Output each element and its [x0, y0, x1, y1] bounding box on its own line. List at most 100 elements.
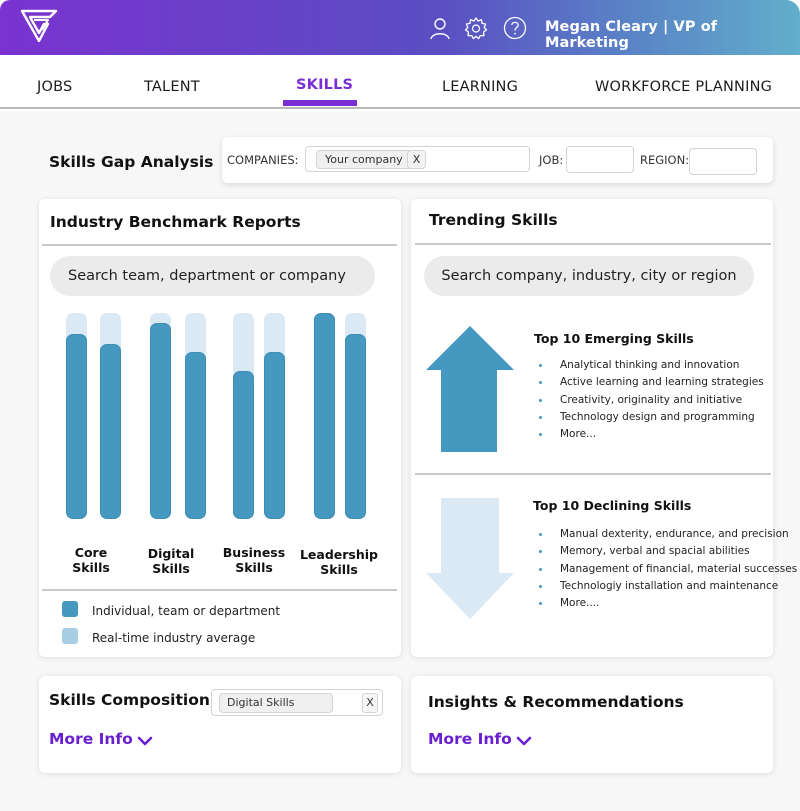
- help-icon[interactable]: [503, 16, 527, 40]
- list-item[interactable]: Technology design and programming: [534, 409, 764, 426]
- bullet-icon: [539, 433, 542, 437]
- legend-swatch-individual: [62, 601, 78, 617]
- main-nav: JOBS TALENT SKILLS LEARNING WORKFORCE PL…: [0, 55, 800, 109]
- more-info-label: More Info: [49, 730, 133, 748]
- tab-learning[interactable]: LEARNING: [442, 79, 518, 95]
- more-text: More...: [560, 428, 597, 441]
- skill-text: Active learning and learning strategies: [560, 376, 764, 389]
- category-label-line: Skills: [320, 562, 358, 577]
- benchmark-title: Industry Benchmark Reports: [50, 213, 301, 231]
- skill-text: Technology design and programming: [560, 410, 755, 423]
- company-chip[interactable]: Your company: [316, 150, 412, 169]
- active-tab-indicator: [283, 100, 357, 106]
- gear-icon[interactable]: [464, 16, 488, 40]
- skill-text: Technologiy installation and maintenance: [560, 579, 779, 592]
- individual-bar[interactable]: [314, 313, 335, 519]
- individual-bar[interactable]: [66, 333, 87, 519]
- region-field[interactable]: [689, 148, 757, 175]
- more-link[interactable]: More...: [534, 426, 764, 443]
- composition-more-info-link[interactable]: More Info: [49, 730, 153, 748]
- legend-label-industry: Real-time industry average: [92, 631, 256, 645]
- divider: [42, 244, 397, 246]
- divider: [415, 473, 771, 475]
- skill-text: Management of financial, material succes…: [560, 562, 798, 575]
- list-item[interactable]: Management of financial, material succes…: [534, 561, 797, 578]
- chevron-down-icon: [516, 736, 532, 746]
- insights-more-info-link[interactable]: More Info: [428, 730, 532, 748]
- industry-average-bar: [66, 313, 87, 519]
- category-label-line: Digital: [147, 546, 195, 561]
- industry-average-bar: [100, 313, 121, 519]
- skill-chip[interactable]: Digital Skills: [219, 693, 333, 713]
- insights-card: [411, 676, 773, 773]
- bullet-icon: [539, 398, 542, 402]
- industry-average-bar: [233, 313, 254, 519]
- skill-text: Manual dexterity, endurance, and precisi…: [560, 528, 789, 540]
- skill-text: Analytical thinking and innovation: [560, 359, 740, 371]
- category-label-core: Core Skills: [46, 545, 136, 575]
- bullet-icon: [539, 567, 542, 571]
- list-item[interactable]: Creativity, originality and initiative: [534, 392, 764, 409]
- divider: [415, 243, 771, 245]
- list-item[interactable]: Technologiy installation and maintenance: [534, 578, 797, 595]
- emerging-skills-list: Analytical thinking and innovation Activ…: [534, 357, 764, 443]
- more-text: More....: [560, 597, 600, 610]
- category-label-line: Leadership: [299, 547, 379, 562]
- declining-arrow-icon: [426, 498, 514, 619]
- industry-average-bar: [150, 313, 171, 519]
- individual-bar[interactable]: [185, 352, 206, 519]
- bullet-icon: [539, 533, 542, 536]
- more-link[interactable]: More....: [534, 595, 797, 612]
- industry-average-bar: [185, 313, 206, 519]
- user-name-role[interactable]: Megan Cleary | VP of Marketing: [545, 19, 800, 51]
- individual-bar[interactable]: [233, 370, 254, 519]
- list-item[interactable]: Manual dexterity, endurance, and precisi…: [534, 526, 797, 543]
- bullet-icon: [539, 364, 542, 367]
- bullet-icon: [539, 415, 542, 419]
- remove-skill-button[interactable]: X: [362, 693, 378, 713]
- category-label-line: Skills: [72, 560, 110, 575]
- individual-bar[interactable]: [264, 352, 285, 519]
- category-label-leadership: Leadership Skills: [294, 547, 384, 577]
- companies-field[interactable]: Your company X: [305, 146, 530, 172]
- more-info-label: More Info: [428, 730, 512, 748]
- region-label: REGION:: [640, 153, 690, 167]
- bullet-icon: [539, 584, 542, 588]
- list-item[interactable]: Active learning and learning strategies: [534, 374, 764, 391]
- remove-company-button[interactable]: X: [407, 150, 426, 169]
- chevron-down-icon: [137, 736, 153, 746]
- category-label-business: Business Skills: [209, 545, 299, 575]
- insights-title: Insights & Recommendations: [428, 693, 684, 711]
- skill-text: Memory, verbal and spacial abilities: [560, 545, 750, 558]
- filter-bar: COMPANIES: Your company X JOB: REGION:: [222, 137, 773, 183]
- tab-skills[interactable]: SKILLS: [296, 77, 353, 93]
- emerging-skills-title: Top 10 Emerging Skills: [534, 331, 694, 346]
- industry-average-bar: [345, 313, 366, 519]
- list-item[interactable]: Memory, verbal and spacial abilities: [534, 543, 797, 560]
- job-field[interactable]: [566, 146, 634, 173]
- top-bar: Megan Cleary | VP of Marketing: [0, 0, 800, 55]
- page-title: Skills Gap Analysis: [49, 153, 214, 171]
- category-label-line: Core: [74, 545, 108, 560]
- user-icon[interactable]: [428, 16, 452, 40]
- declining-skills-title: Top 10 Declining Skills: [533, 498, 692, 513]
- list-item[interactable]: Analytical thinking and innovation: [534, 357, 764, 374]
- emerging-arrow-icon: [426, 326, 514, 452]
- bullet-icon: [539, 381, 542, 385]
- tab-talent[interactable]: TALENT: [144, 79, 200, 95]
- composition-title: Skills Composition: [49, 691, 210, 709]
- composition-skill-field[interactable]: Digital Skills X: [211, 689, 383, 716]
- bullet-icon: [539, 550, 542, 554]
- trending-search-input[interactable]: Search company, industry, city or region: [424, 256, 754, 296]
- individual-bar[interactable]: [345, 333, 366, 519]
- logo-icon[interactable]: [20, 9, 58, 43]
- legend-label-individual: Individual, team or department: [92, 604, 281, 618]
- individual-bar[interactable]: [100, 343, 121, 519]
- category-label-line: Skills: [235, 560, 273, 575]
- benchmark-search-input[interactable]: Search team, department or company: [50, 256, 375, 296]
- tab-jobs[interactable]: JOBS: [37, 79, 72, 95]
- companies-label: COMPANIES:: [227, 153, 299, 167]
- category-label-digital: Digital Skills: [126, 546, 216, 576]
- tab-workforce-planning[interactable]: WORKFORCE PLANNING: [595, 79, 772, 95]
- individual-bar[interactable]: [150, 323, 171, 519]
